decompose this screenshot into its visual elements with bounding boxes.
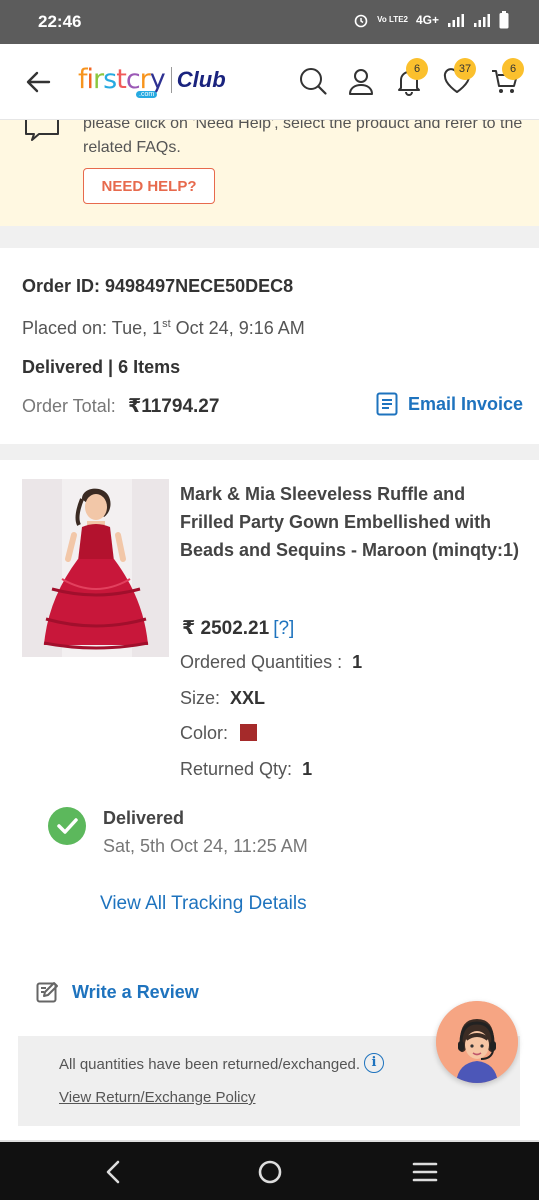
size-row: Size: XXL [180, 688, 266, 708]
wishlist-badge: 37 [454, 58, 476, 80]
app-header: firstcry .com Club 6 37 6 [0, 44, 539, 120]
status-icons: Vo LTE2 4G+ [353, 11, 509, 29]
product-image[interactable] [22, 479, 169, 657]
system-nav-bar [0, 1142, 539, 1200]
nav-back-icon[interactable] [100, 1158, 128, 1186]
delivered-check-icon [48, 807, 86, 845]
order-summary-card: Order ID: 9498497NECE50DEC8 Placed on: T… [0, 248, 539, 444]
cart-badge: 6 [502, 58, 524, 80]
price-help-link[interactable]: [?] [273, 618, 294, 639]
brand-club-text: Club [176, 66, 226, 92]
account-icon[interactable] [346, 66, 376, 96]
chat-assistant-avatar[interactable] [436, 1001, 518, 1083]
info-icon[interactable]: i [364, 1053, 384, 1073]
section-divider [0, 444, 539, 460]
network-type: 4G+ [415, 13, 439, 27]
help-text: please click on 'Need Help', select the … [83, 120, 523, 156]
delivery-status: Delivered [103, 808, 185, 828]
firstcry-club-logo[interactable]: firstcry .com Club [78, 64, 226, 98]
need-help-banner: please click on 'Need Help', select the … [0, 120, 539, 226]
write-review-button[interactable]: Write a Review [36, 980, 199, 1004]
section-divider [0, 226, 539, 248]
email-invoice-label: Email Invoice [408, 393, 524, 414]
returned-info-text: All quantities have been returned/exchan… [59, 1056, 361, 1073]
invoice-document-icon [376, 392, 398, 416]
need-help-button[interactable]: NEED HELP? [83, 168, 215, 204]
product-price: ₹ 2502.21 [?] [182, 618, 295, 639]
order-total-value: ₹11794.27 [128, 396, 220, 417]
volte-indicator: Vo LTE2 [377, 15, 408, 24]
order-id: Order ID: 9498497NECE50DEC8 [22, 276, 294, 296]
battery-icon [499, 11, 509, 29]
brand-com-tag: .com [136, 91, 158, 98]
ordered-quantity-row: Ordered Quantities :1 [180, 652, 363, 672]
girl-in-maroon-gown-image [22, 479, 169, 657]
status-bar: 22:46 Vo LTE2 4G+ [0, 0, 539, 44]
view-tracking-link[interactable]: View All Tracking Details [100, 893, 307, 915]
edit-review-icon [36, 982, 58, 1003]
product-title[interactable]: Mark & Mia Sleeveless Ruffle and Frilled… [180, 480, 520, 564]
nav-recents-icon[interactable] [411, 1158, 439, 1186]
order-total-label: Order Total: [22, 396, 116, 416]
write-review-label: Write a Review [72, 981, 199, 1002]
delivery-date: Sat, 5th Oct 24, 11:25 AM [103, 836, 308, 856]
email-invoice-button[interactable]: Email Invoice [376, 392, 523, 416]
chat-help-icon [25, 120, 59, 141]
brand-divider [170, 66, 172, 93]
color-swatch [240, 724, 258, 741]
signal-icon [448, 14, 464, 27]
support-agent-icon [436, 1001, 518, 1083]
search-icon[interactable] [298, 66, 328, 96]
returned-qty-row: Returned Qty: 1 [180, 759, 313, 779]
placed-on-date: Placed on: Tue, 1st Oct 24, 9:16 AM [22, 318, 305, 338]
back-arrow-icon[interactable] [24, 68, 52, 96]
color-row: Color: [180, 723, 258, 744]
nav-home-icon[interactable] [256, 1158, 284, 1186]
notification-badge: 6 [406, 58, 428, 80]
return-policy-link[interactable]: View Return/Exchange Policy [59, 1089, 256, 1106]
alarm-icon [354, 14, 368, 28]
order-status-items: Delivered | 6 Items [22, 357, 181, 377]
status-time: 22:46 [38, 12, 82, 31]
signal-icon-2 [474, 14, 490, 27]
